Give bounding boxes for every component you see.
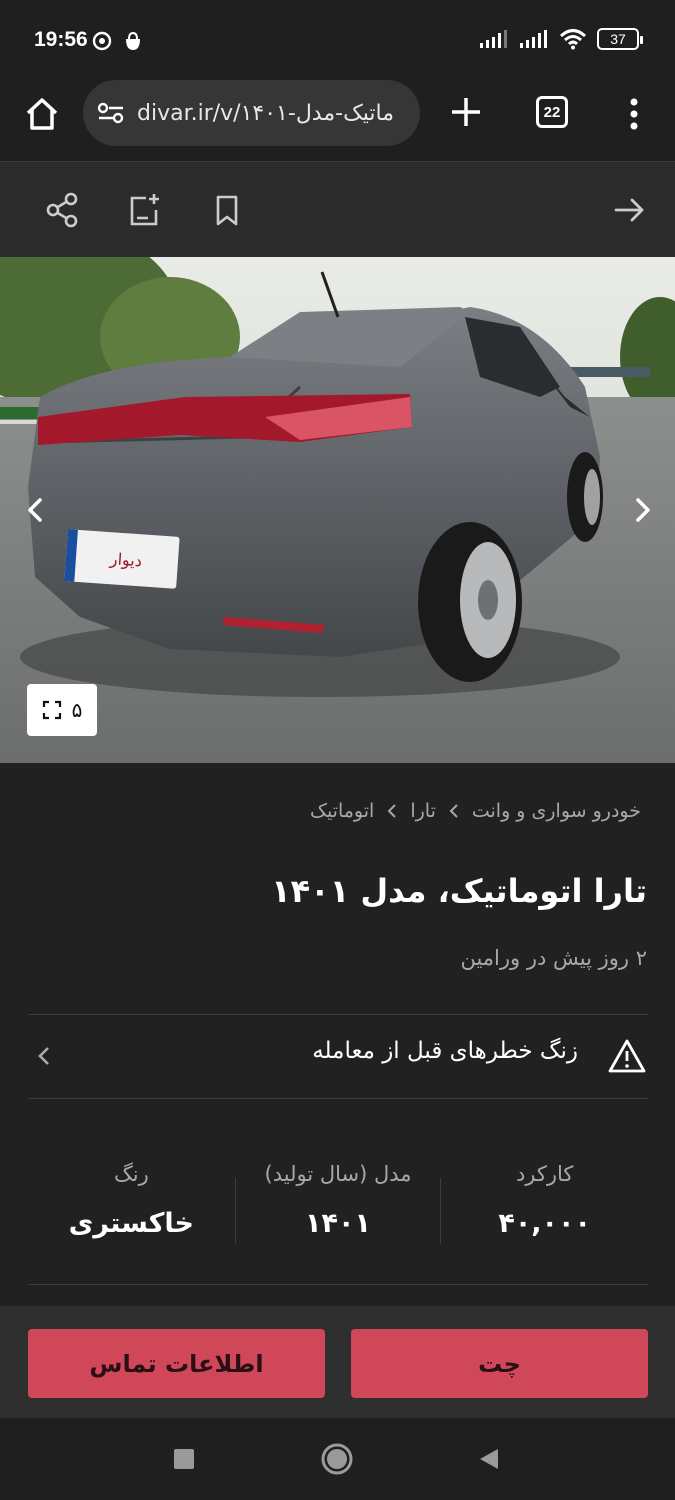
gallery-next-icon[interactable] [628, 490, 656, 530]
contact-info-button[interactable]: اطلاعات تماس [28, 1329, 325, 1398]
chevron-left-icon [387, 804, 397, 818]
stat-label: رنگ [113, 1162, 149, 1186]
listing-title: تارا اتوماتیک، مدل ۱۴۰۱ [271, 872, 647, 910]
breadcrumb-item-category[interactable]: خودرو سواری و وانت [472, 800, 641, 822]
chat-button[interactable]: چت [351, 1329, 648, 1398]
chrome-icon [92, 31, 112, 51]
status-bar: 19:56 37 [0, 0, 675, 80]
gallery-count: ۵ [71, 698, 83, 722]
stat-value: ۱۴۰۱ [305, 1208, 371, 1239]
add-note-icon[interactable] [124, 190, 164, 230]
url-text[interactable]: divar.ir/v/ماتیک-مدل-۱۴۰۱ [137, 101, 394, 126]
more-menu-icon[interactable] [620, 94, 648, 134]
action-bar: اطلاعات تماس چت [0, 1306, 675, 1418]
status-notification-icons [92, 30, 144, 52]
chevron-left-icon [38, 1047, 49, 1065]
warning-icon [608, 1039, 646, 1073]
browser-bar: divar.ir/v/ماتیک-مدل-۱۴۰۱ 22 [0, 80, 675, 162]
site-settings-icon[interactable] [97, 101, 125, 125]
breadcrumb-item-model[interactable]: اتوماتیک [310, 800, 374, 822]
stat-label: مدل (سال تولید) [264, 1162, 412, 1186]
warning-text: زنگ خطرهای قبل از معامله [312, 1038, 578, 1064]
page-toolbar [0, 162, 675, 257]
new-tab-icon[interactable] [446, 92, 486, 132]
gallery-prev-icon[interactable] [22, 490, 50, 530]
recents-icon[interactable] [174, 1449, 194, 1469]
back-nav-icon[interactable] [478, 1447, 500, 1471]
divider [28, 1284, 648, 1285]
tab-count: 22 [543, 103, 561, 121]
fullscreen-icon [42, 700, 61, 720]
system-nav-bar [0, 1418, 675, 1500]
divider [28, 1014, 648, 1015]
signal-icon-2 [520, 30, 547, 48]
listing-stats: رنگ خاکستری مدل (سال تولید) ۱۴۰۱ کارکرد … [28, 1150, 648, 1260]
breadcrumb-item-brand[interactable]: تارا [410, 800, 436, 822]
chevron-left-icon [449, 804, 458, 818]
battery-level: 37 [610, 31, 626, 47]
home-icon[interactable] [22, 94, 62, 134]
listing-photo[interactable]: دیوار [0, 257, 675, 763]
stat-model-year: مدل (سال تولید) ۱۴۰۱ [234, 1150, 442, 1260]
home-nav-icon[interactable] [321, 1443, 353, 1475]
plate-logo: دیوار [108, 549, 142, 571]
stat-color: رنگ خاکستری [28, 1150, 235, 1260]
battery-icon: 37 [597, 28, 643, 50]
stat-mileage: کارکرد ۴۰,۰۰۰ [441, 1150, 648, 1260]
back-arrow-icon[interactable] [610, 190, 650, 230]
car-photo: دیوار [0, 257, 675, 763]
listing-subtitle: ۲ روز پیش در ورامین [460, 946, 647, 970]
bookmark-icon[interactable] [207, 190, 247, 230]
stat-separator [234, 1178, 236, 1244]
stat-value: خاکستری [68, 1208, 194, 1239]
stat-value: ۴۰,۰۰۰ [498, 1208, 591, 1239]
share-icon[interactable] [42, 190, 82, 230]
gallery-count-button[interactable]: ۵ [27, 684, 97, 736]
stat-label: کارکرد [515, 1162, 574, 1186]
safety-warning-row[interactable]: زنگ خطرهای قبل از معامله [28, 1016, 648, 1098]
tab-switcher-button[interactable]: 22 [536, 96, 568, 128]
url-bar[interactable]: divar.ir/v/ماتیک-مدل-۱۴۰۱ [83, 80, 420, 146]
status-time: 19:56 [34, 28, 88, 51]
status-right-icons: 37 [479, 28, 643, 50]
divider [28, 1098, 648, 1099]
wifi-icon [559, 29, 587, 50]
bag-icon [126, 31, 140, 50]
signal-icon-1 [480, 30, 507, 48]
breadcrumb: خودرو سواری و وانت تارا اتوماتیک [310, 800, 641, 822]
